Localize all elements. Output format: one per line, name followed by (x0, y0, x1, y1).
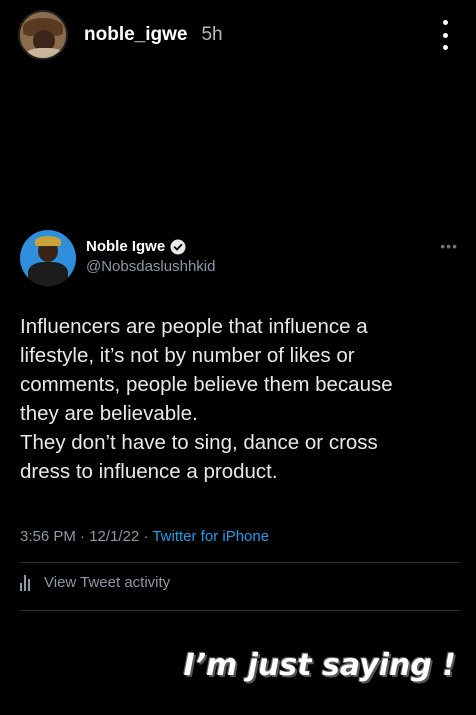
story-avatar[interactable] (18, 10, 68, 60)
tweet-author-handle: @Nobsdaslushhkid (86, 258, 216, 275)
divider (20, 610, 460, 611)
tweet-text-line: Influencers are people that influence a (20, 315, 368, 338)
tweet-metadata: 3:56 PM · 12/1/22 · Twitter for iPhone (20, 528, 269, 545)
dot (442, 45, 448, 50)
story-username[interactable]: noble_igwe (84, 24, 187, 46)
tweet-author-name: Noble Igwe (86, 238, 186, 255)
author-name-text: Noble Igwe (86, 238, 166, 255)
tweet-source-link[interactable]: Twitter for iPhone (152, 528, 269, 545)
dot (442, 20, 448, 25)
divider (20, 562, 460, 563)
tweet-text-line: they are believable. (20, 402, 198, 425)
tweet-text-line: comments, people believe them because (20, 373, 393, 396)
tweet-text-line: lifestyle, it’s not by number of likes o… (20, 344, 355, 367)
tweet-text: Influencers are people that influence a … (20, 312, 460, 486)
story-timestamp: 5h (201, 24, 223, 45)
tweet-text-line: dress to influence a product. (20, 460, 278, 483)
view-tweet-activity-link[interactable]: View Tweet activity (20, 574, 170, 591)
meta-separator: · (143, 528, 149, 545)
tweet-text-line: They don’t have to sing, dance or cross (20, 431, 378, 454)
dot (442, 32, 448, 38)
avatar-cap (35, 236, 61, 246)
avatar-shirt (26, 48, 64, 58)
bar-chart-icon (20, 574, 34, 591)
verified-badge-icon (170, 239, 186, 254)
horizontal-dots-icon[interactable]: ••• (440, 238, 458, 254)
tweet-avatar (20, 230, 76, 286)
instagram-story: noble_igwe 5h Noble Igwe @Nobsdaslushhki… (0, 0, 476, 715)
story-header: noble_igwe 5h (0, 0, 476, 70)
activity-label: View Tweet activity (44, 574, 171, 591)
story-text-sticker: I’m just saying ! (183, 648, 456, 683)
tweet-date: 12/1/22 (89, 528, 140, 545)
meta-separator: · (80, 528, 86, 545)
tweet-time: 3:56 PM (20, 528, 76, 545)
avatar-body (28, 262, 68, 286)
vertical-dots-icon[interactable] (440, 20, 450, 50)
